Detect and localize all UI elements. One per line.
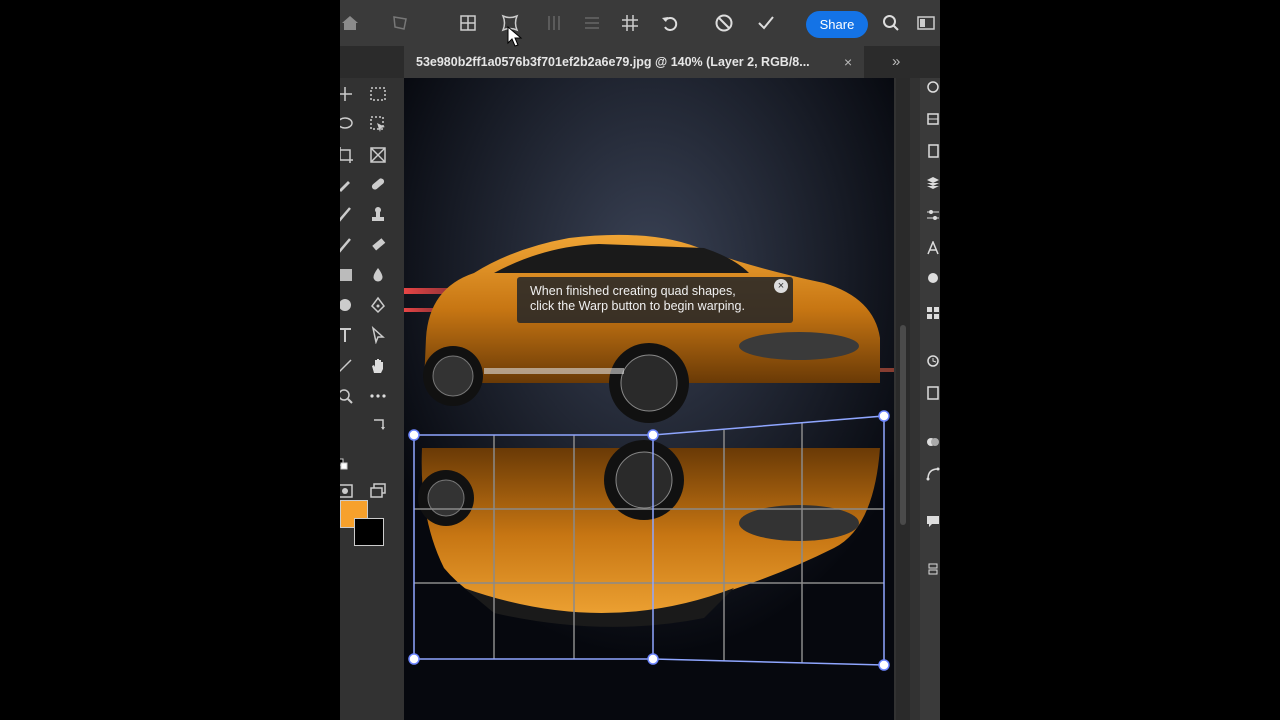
gradient-tool-icon[interactable] bbox=[340, 264, 356, 286]
more-tools-icon[interactable] bbox=[367, 385, 389, 407]
split-horizontal-icon[interactable] bbox=[580, 11, 604, 35]
warp-handle bbox=[408, 429, 420, 441]
mouse-cursor-icon bbox=[507, 26, 523, 47]
warp-handle bbox=[647, 653, 659, 665]
screen-mode-icon[interactable] bbox=[367, 480, 389, 502]
warp-hint-tooltip: When finished creating quad shapes, clic… bbox=[517, 277, 793, 323]
adjustments-icon[interactable] bbox=[926, 208, 940, 222]
options-bar: Share bbox=[340, 0, 940, 47]
paths-icon[interactable] bbox=[926, 467, 940, 481]
warp-handle bbox=[647, 429, 659, 441]
workspace-icon[interactable] bbox=[914, 11, 938, 35]
close-tab-icon[interactable]: × bbox=[844, 54, 852, 70]
scrollbar-thumb[interactable] bbox=[900, 325, 906, 525]
close-tooltip-icon[interactable]: × bbox=[774, 279, 788, 293]
color-icon[interactable] bbox=[926, 271, 940, 285]
default-colors-icon[interactable] bbox=[340, 458, 348, 470]
split-vertical-icon[interactable] bbox=[542, 11, 566, 35]
more-panels-icon[interactable] bbox=[926, 562, 940, 576]
eraser-tool-icon[interactable] bbox=[367, 234, 389, 256]
cancel-icon[interactable] bbox=[712, 11, 736, 35]
channels-icon[interactable] bbox=[926, 435, 940, 449]
home-icon[interactable] bbox=[340, 11, 362, 35]
expand-panels-icon[interactable]: » bbox=[892, 53, 900, 70]
swatches-icon[interactable] bbox=[926, 306, 940, 320]
pen-tool-icon[interactable] bbox=[367, 294, 389, 316]
share-button[interactable]: Share bbox=[806, 11, 868, 38]
transform-icon[interactable] bbox=[388, 11, 412, 35]
grid-icon[interactable] bbox=[618, 11, 642, 35]
quad-split-icon[interactable] bbox=[456, 11, 480, 35]
blur-tool-icon[interactable] bbox=[367, 264, 389, 286]
eyedropper-tool-icon[interactable] bbox=[340, 173, 356, 195]
layers-icon[interactable] bbox=[926, 176, 940, 190]
quick-mask-icon[interactable] bbox=[340, 480, 356, 502]
lasso-tool-icon[interactable] bbox=[340, 113, 356, 135]
tooltip-line-2: click the Warp button to begin warping. bbox=[530, 299, 745, 313]
warp-handle bbox=[878, 659, 890, 671]
type-tool-icon[interactable] bbox=[340, 324, 356, 346]
dodge-tool-icon[interactable] bbox=[340, 294, 356, 316]
swap-colors-icon[interactable] bbox=[371, 417, 387, 433]
warp-handle bbox=[408, 653, 420, 665]
artboard-icon[interactable] bbox=[926, 386, 940, 400]
canvas-image bbox=[404, 78, 894, 720]
hand-tool-icon[interactable] bbox=[367, 355, 389, 377]
shape-tool-icon[interactable] bbox=[340, 355, 356, 377]
marquee-tool-icon[interactable] bbox=[367, 83, 389, 105]
photoshop-window: Share 53e980b2ff1a0576b3f701ef2b2a6e79.j… bbox=[340, 0, 940, 720]
commit-icon[interactable] bbox=[754, 11, 778, 35]
move-tool-icon[interactable] bbox=[340, 83, 356, 105]
document-title: 53e980b2ff1a0576b3f701ef2b2a6e79.jpg @ 1… bbox=[416, 55, 810, 69]
document-panel-icon[interactable] bbox=[926, 144, 940, 158]
object-select-tool-icon[interactable] bbox=[367, 113, 389, 135]
undo-icon[interactable] bbox=[658, 11, 682, 35]
path-selection-tool-icon[interactable] bbox=[367, 324, 389, 346]
history-brush-tool-icon[interactable] bbox=[340, 234, 356, 256]
tools-panel bbox=[340, 78, 404, 720]
tooltip-line-1: When finished creating quad shapes, bbox=[530, 284, 736, 298]
document-canvas[interactable] bbox=[404, 78, 894, 720]
clone-stamp-tool-icon[interactable] bbox=[367, 203, 389, 225]
warp-handle bbox=[878, 410, 890, 422]
background-color-swatch[interactable] bbox=[354, 518, 384, 546]
comments-icon[interactable] bbox=[926, 514, 940, 528]
search-icon[interactable] bbox=[879, 11, 903, 35]
character-icon[interactable] bbox=[926, 240, 940, 255]
libraries-icon[interactable] bbox=[926, 112, 940, 126]
document-tab[interactable]: 53e980b2ff1a0576b3f701ef2b2a6e79.jpg @ 1… bbox=[404, 46, 864, 78]
brush-tool-icon[interactable] bbox=[340, 203, 356, 225]
zoom-tool-icon[interactable] bbox=[340, 385, 356, 407]
frame-tool-icon[interactable] bbox=[367, 144, 389, 166]
crop-tool-icon[interactable] bbox=[340, 144, 356, 166]
history-icon[interactable] bbox=[926, 354, 940, 368]
properties-icon[interactable] bbox=[926, 80, 940, 94]
healing-brush-tool-icon[interactable] bbox=[367, 173, 389, 195]
